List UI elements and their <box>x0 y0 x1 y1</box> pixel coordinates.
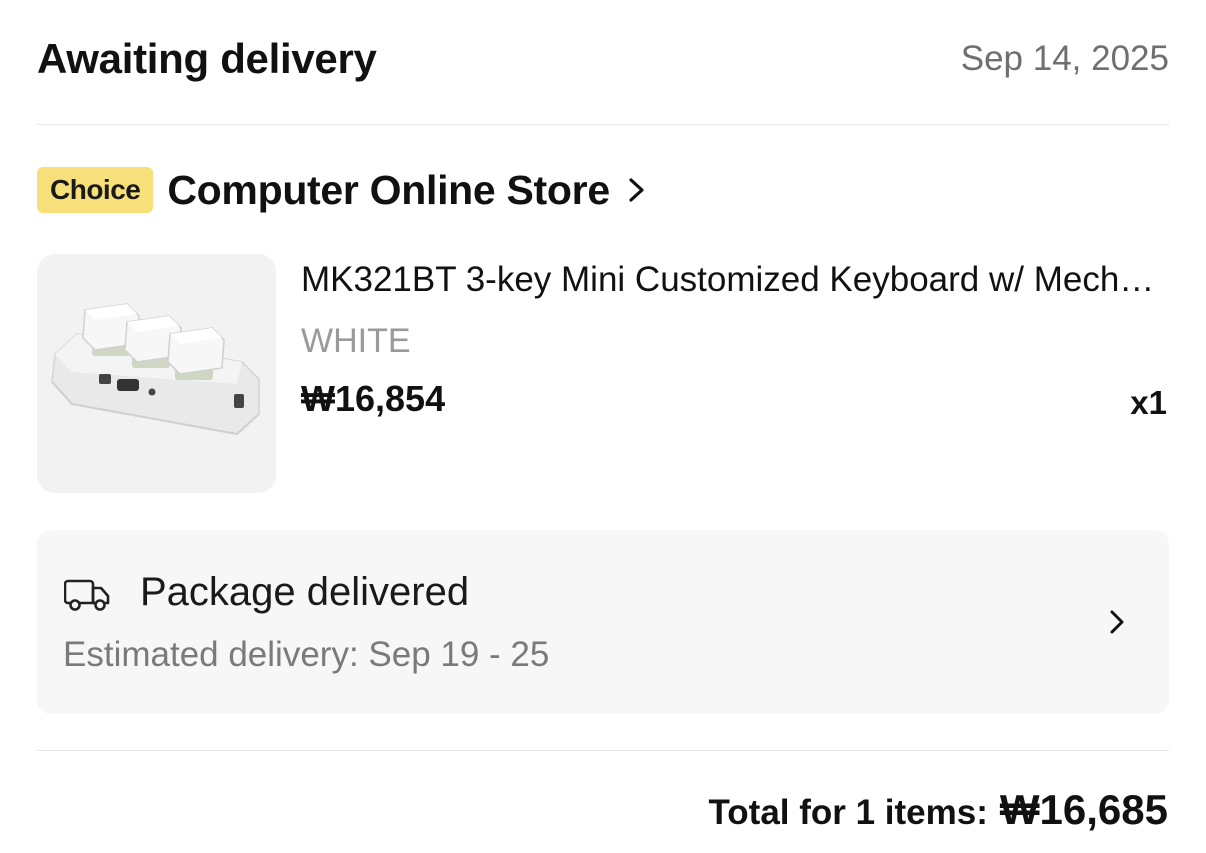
delivery-tracking-card[interactable]: Package delivered Estimated delivery: Se… <box>37 530 1169 714</box>
product-price: ₩16,854 <box>301 378 446 419</box>
order-status-title: Awaiting delivery <box>37 35 377 82</box>
header-divider <box>37 124 1169 125</box>
product-variant: WHITE <box>301 322 411 360</box>
store-link[interactable]: Choice Computer Online Store <box>37 162 648 218</box>
total-label: Total for 1 items: <box>708 793 988 832</box>
product-title[interactable]: MK321BT 3-key Mini Customized Keyboard w… <box>301 260 1169 300</box>
product-item[interactable]: MK321BT 3-key Mini Customized Keyboard w… <box>37 254 1169 494</box>
order-date: Sep 14, 2025 <box>960 39 1169 78</box>
total-divider <box>37 750 1169 751</box>
truck-icon <box>64 579 110 611</box>
product-image[interactable] <box>37 254 276 493</box>
chevron-right-icon[interactable] <box>1107 607 1127 637</box>
store-name[interactable]: Computer Online Store <box>167 167 610 214</box>
product-quantity: x1 <box>1130 384 1167 421</box>
delivery-status: Package delivered <box>140 570 470 614</box>
delivery-estimate: Estimated delivery: Sep 19 - 25 <box>63 635 550 674</box>
mini-keyboard-image <box>51 303 260 436</box>
choice-badge: Choice <box>37 167 154 213</box>
order-card: { "order": { "status": "Awaiting deliver… <box>0 0 1206 853</box>
chevron-right-icon[interactable] <box>626 175 648 205</box>
total-amount: ₩16,685 <box>999 786 1168 833</box>
order-header: Awaiting delivery Sep 14, 2025 <box>37 28 1169 90</box>
order-total: Total for 1 items: ₩16,685 <box>709 786 1169 834</box>
